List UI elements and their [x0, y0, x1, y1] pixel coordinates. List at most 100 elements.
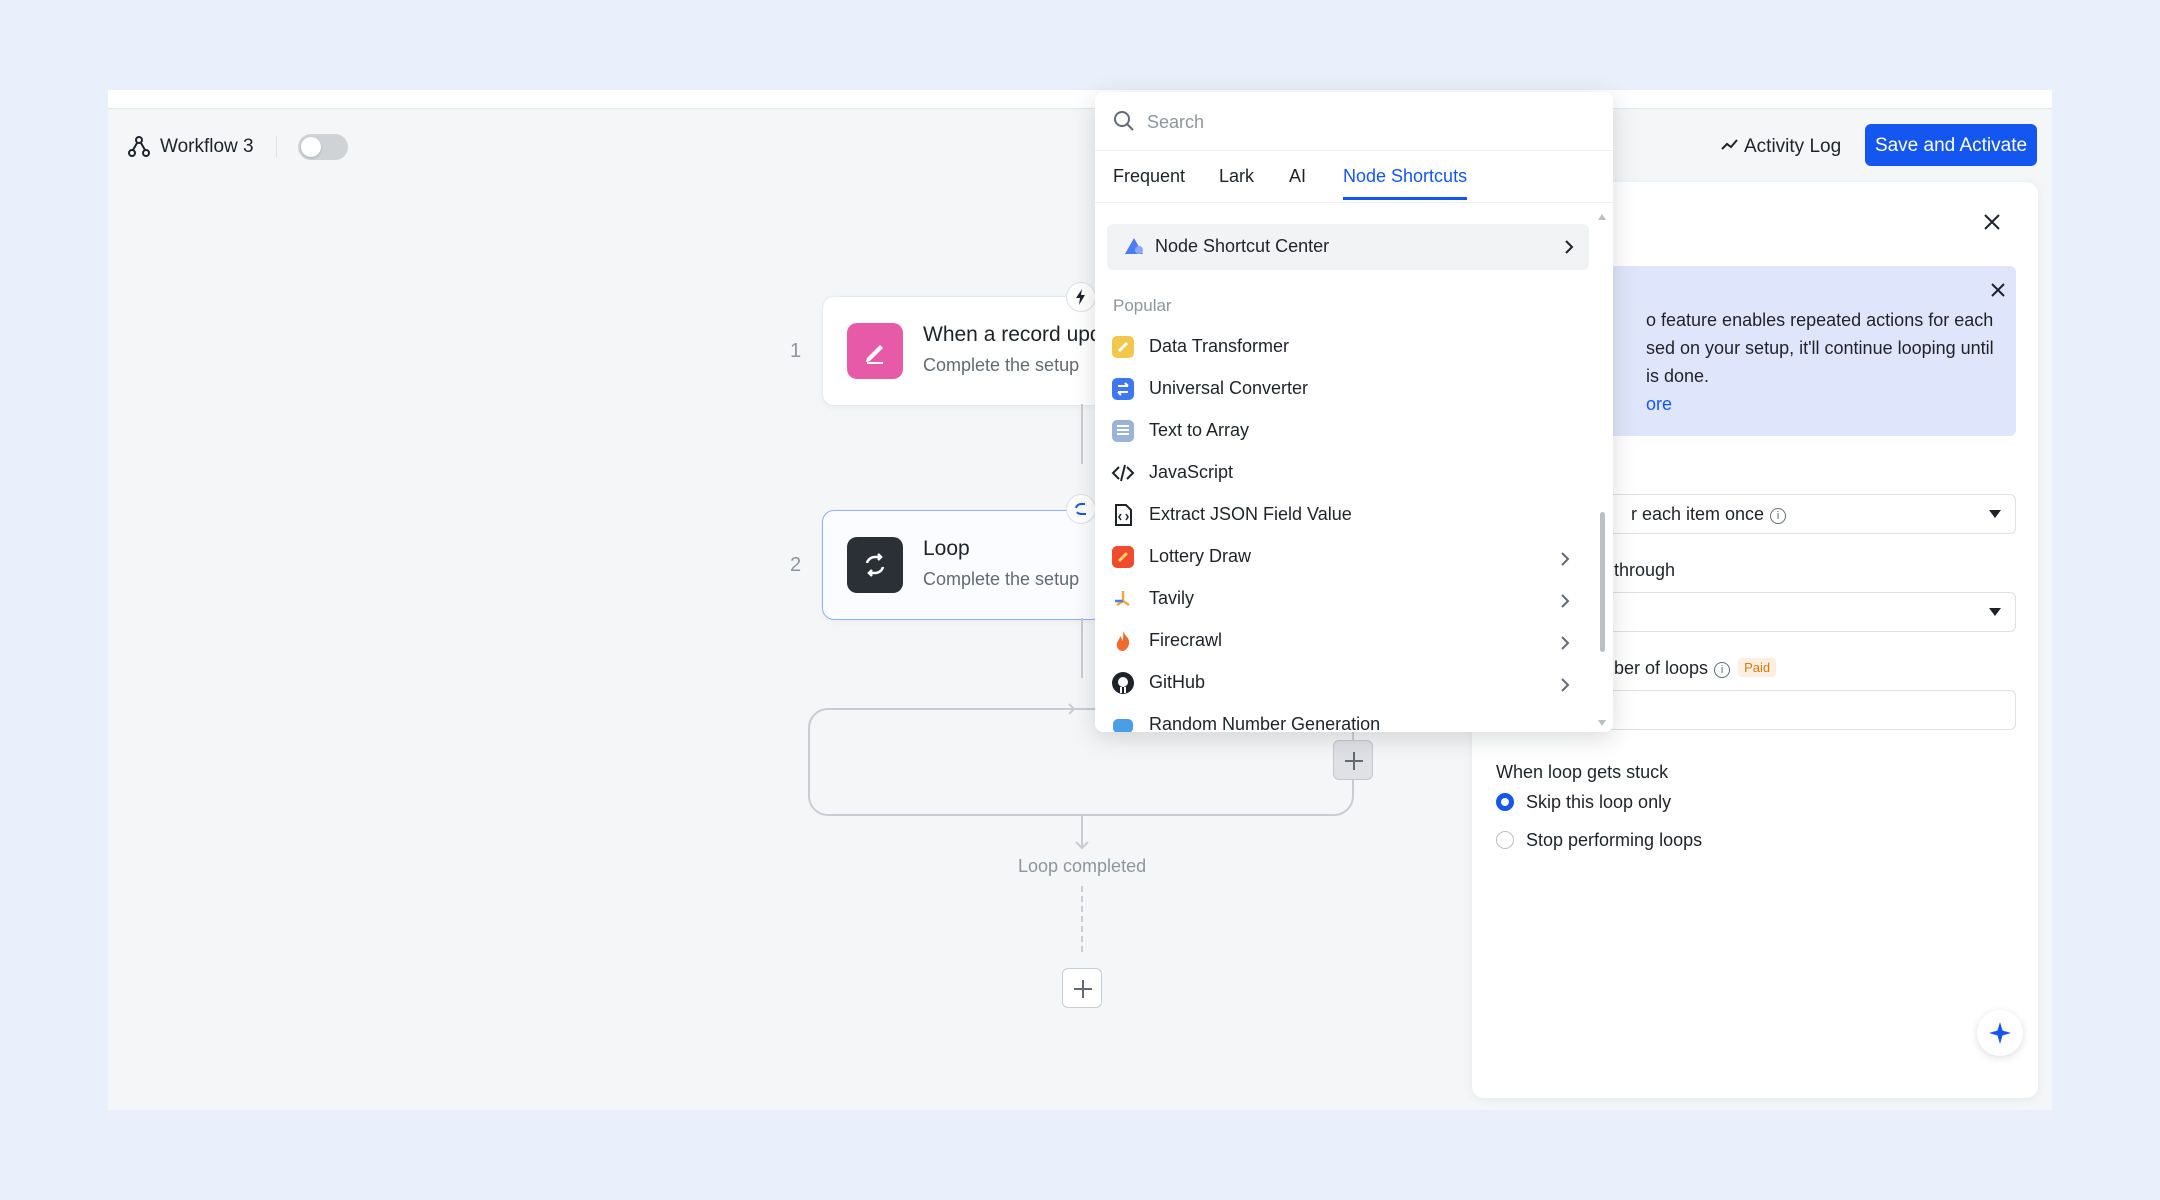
menu-item-lottery-draw[interactable]: Lottery Draw	[1095, 536, 1595, 578]
radio-label: Skip this loop only	[1526, 792, 1672, 812]
max-loops-label: ber of loops i Paid	[1614, 658, 1777, 679]
workflow-icon	[128, 136, 150, 157]
node-shortcut-center-item[interactable]: Node Shortcut Center	[1107, 224, 1589, 270]
chevron-right-icon	[1561, 552, 1570, 566]
menu-item-firecrawl[interactable]: Firecrawl	[1095, 620, 1595, 662]
node-title: Loop	[923, 537, 970, 560]
info-icon: i	[1714, 662, 1731, 678]
menu-item-universal-converter[interactable]: Universal Converter	[1095, 368, 1595, 410]
search-input[interactable]	[1145, 106, 1589, 138]
trigger-badge	[1066, 282, 1096, 312]
section-title: Popular	[1113, 296, 1172, 315]
scroll-up-arrow[interactable]	[1598, 214, 1606, 220]
tab-node-shortcuts[interactable]: Node Shortcuts	[1343, 162, 1468, 200]
ai-assistant-button[interactable]	[1977, 1010, 2023, 1056]
menu-item-label: GitHub	[1149, 672, 1206, 692]
loop-icon	[847, 537, 903, 593]
menu-item-random-number[interactable]: Random Number Generation	[1095, 704, 1595, 732]
lottery-icon	[1112, 546, 1134, 568]
menu-item-label: Extract JSON Field Value	[1149, 504, 1352, 524]
radio-selected[interactable]	[1496, 793, 1514, 811]
menu-item-label: JavaScript	[1149, 462, 1234, 482]
json-file-icon	[1115, 504, 1132, 526]
menu-item-data-transformer[interactable]: Data Transformer	[1095, 326, 1595, 368]
stuck-label: When loop gets stuck	[1496, 762, 1669, 782]
loop-mode-value: r each item once i	[1631, 504, 1787, 525]
menu-item-label: Text to Array	[1149, 420, 1250, 440]
menu-item-javascript[interactable]: JavaScript	[1095, 452, 1595, 494]
github-icon	[1112, 672, 1134, 694]
tab-ai[interactable]: AI	[1289, 162, 1306, 200]
tab-bar: Frequent Lark AI Node Shortcuts	[1095, 150, 1613, 203]
random-number-icon	[1113, 719, 1133, 732]
menu-item-label: Data Transformer	[1149, 336, 1290, 356]
info-line: is done.	[1646, 366, 1710, 386]
radio-skip-loop[interactable]: Skip this loop only	[1496, 790, 1671, 814]
node-picker-dropdown: Frequent Lark AI Node Shortcuts Node Sho…	[1095, 92, 1613, 732]
radio-label: Stop performing loops	[1526, 830, 1703, 850]
toolbar-divider	[276, 136, 277, 158]
toggle-knob	[301, 137, 321, 157]
scroll-down-arrow[interactable]	[1598, 720, 1606, 726]
workflow-title[interactable]: Workflow 3	[160, 134, 254, 160]
arrow-down-icon	[1075, 814, 1089, 850]
menu-item-label: Lottery Draw	[1149, 546, 1252, 566]
node-subtitle: Complete the setup	[923, 355, 1080, 375]
activity-log-label: Activity Log	[1744, 136, 1842, 157]
universal-converter-icon	[1112, 378, 1134, 400]
add-node-button[interactable]	[1062, 968, 1102, 1008]
text-to-array-icon	[1112, 420, 1134, 442]
chevron-down-icon	[1989, 608, 2001, 616]
menu-item-github[interactable]: GitHub	[1095, 662, 1595, 704]
info-icon: i	[1770, 508, 1787, 524]
menu-item-text-to-array[interactable]: Text to Array	[1095, 410, 1595, 452]
code-icon	[1111, 464, 1135, 482]
menu-item-label: Universal Converter	[1149, 378, 1309, 398]
radio-stop-loops[interactable]: Stop performing loops	[1496, 828, 1702, 852]
close-icon[interactable]	[1980, 210, 2004, 234]
add-node-in-loop-button[interactable]	[1333, 740, 1373, 780]
arrow-right-icon	[1060, 703, 1076, 715]
connector-line	[1081, 404, 1083, 464]
loop-node-card[interactable]: Loop Complete the setup	[822, 510, 1104, 620]
shortcut-center-icon	[1125, 238, 1143, 254]
activity-log-button[interactable]: Activity Log	[1720, 134, 1841, 160]
node-subtitle: Complete the setup	[923, 569, 1080, 589]
step-number: 1	[790, 340, 802, 362]
pencil-icon	[847, 323, 903, 379]
info-text: o feature enables repeated actions for e…	[1646, 306, 2016, 418]
tab-frequent[interactable]: Frequent	[1113, 162, 1185, 200]
chevron-right-icon	[1565, 240, 1574, 254]
node-title: When a record upd	[923, 323, 1102, 346]
search-icon	[1114, 111, 1134, 131]
menu-item-label: Random Number Generation	[1149, 714, 1381, 732]
save-and-activate-button[interactable]: Save and Activate	[1865, 124, 2037, 166]
tab-lark[interactable]: Lark	[1219, 162, 1254, 200]
trigger-node-card[interactable]: When a record upd Complete the setup	[822, 296, 1104, 406]
dashed-connector	[1081, 886, 1083, 952]
loop-completed-label: Loop completed	[1018, 856, 1147, 876]
chevron-right-icon	[1561, 636, 1570, 650]
workflow-enable-toggle[interactable]	[298, 134, 348, 160]
menu-item-label: Firecrawl	[1149, 630, 1223, 650]
menu-item-extract-json[interactable]: Extract JSON Field Value	[1095, 494, 1595, 536]
search-bar	[1095, 92, 1613, 151]
sparkle-icon	[1989, 1022, 2011, 1044]
chevron-right-icon	[1561, 594, 1570, 608]
close-banner-icon[interactable]	[1988, 280, 2008, 300]
info-line: sed on your setup, it'll continue loopin…	[1646, 338, 1994, 358]
data-transformer-icon	[1112, 336, 1134, 358]
chevron-down-icon	[1989, 510, 2001, 518]
menu-item-tavily[interactable]: Tavily	[1095, 578, 1595, 620]
fire-icon	[1116, 631, 1130, 651]
radio-unselected[interactable]	[1496, 831, 1514, 849]
connector-line	[1081, 618, 1083, 678]
chevron-right-icon	[1561, 678, 1570, 692]
learn-more-link[interactable]: ore	[1646, 390, 2016, 418]
tavily-icon	[1115, 591, 1130, 607]
scrollbar-thumb[interactable]	[1600, 512, 1605, 652]
menu-item-label: Tavily	[1149, 588, 1195, 608]
shortcut-center-label: Node Shortcut Center	[1155, 236, 1330, 256]
loop-badge	[1066, 494, 1096, 524]
trend-icon	[1721, 139, 1738, 150]
